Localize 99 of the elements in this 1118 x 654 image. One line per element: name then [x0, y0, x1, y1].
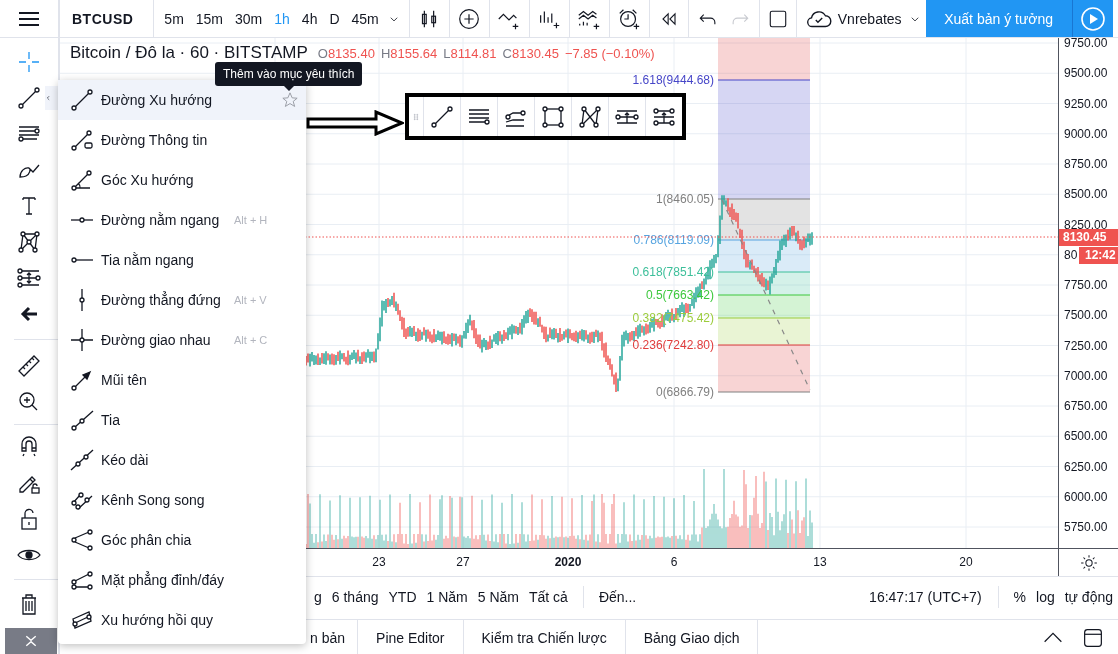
price-label: 7750.00	[1064, 278, 1108, 292]
time-label: 13	[813, 555, 827, 569]
price-label: 8500.00	[1064, 187, 1108, 202]
clock-text: 16:47:17 (UTC+7)	[869, 588, 983, 605]
tool-label: Xu hướng hồi quy	[101, 612, 213, 628]
interval-button[interactable]: 4h	[295, 10, 324, 27]
tool-label: Đường nằm ngang	[101, 212, 220, 228]
last-price-tag: 8130.45	[1059, 229, 1118, 246]
fib-level-label: 1.618(9444.68)	[632, 73, 714, 87]
range-button[interactable]: 1 Năm	[421, 588, 473, 605]
drawing-tool-item[interactable]: Kênh Song song	[58, 480, 306, 520]
price-label: 9000.00	[1064, 126, 1108, 141]
tool-label: Kéo dài	[101, 452, 149, 468]
drawing-tool-icon[interactable]	[68, 526, 96, 554]
ohlc-value: O8135.40	[317, 46, 375, 61]
shortcut-text: Alt + V	[234, 294, 267, 306]
price-label: 7250.00	[1064, 338, 1108, 353]
account-button[interactable]: Vnrebates	[833, 10, 906, 27]
tool-label: Mặt phẳng đỉnh/đáy	[101, 572, 224, 588]
price-label: 6500.00	[1064, 429, 1108, 444]
price-label: 7000.00	[1064, 368, 1108, 383]
collapse-button[interactable]	[5, 628, 57, 654]
range-button[interactable]: YTD	[383, 588, 422, 605]
drawing-tool-item[interactable]: Đường thẳng đứng Alt + V	[58, 280, 306, 320]
price-label: 8750.00	[1064, 157, 1108, 171]
time-label: 2020	[554, 555, 582, 569]
drawing-tool-item[interactable]: Đường nằm ngang Alt + H	[58, 200, 306, 240]
tooltip-pointer	[283, 85, 295, 91]
drawing-tool-item[interactable]: Xu hướng hồi quy	[58, 600, 306, 640]
go-to-date-button[interactable]: Đến...	[593, 588, 642, 605]
panel-tab[interactable]: Kiểm tra Chiến lược	[463, 620, 626, 654]
ohlc-value: L8114.81	[443, 46, 497, 61]
tool-label: Mũi tên	[101, 372, 147, 388]
price-label: 6250.00	[1064, 459, 1108, 474]
interval-button[interactable]: 45m	[345, 10, 385, 27]
price-label: 80	[1064, 247, 1078, 262]
drawing-tool-item[interactable]: Đường Xu hướng	[58, 80, 306, 120]
range-button[interactable]: 6 tháng	[326, 588, 384, 605]
price-label: 7500.00	[1064, 308, 1108, 323]
tool-label: Góc phân chia	[101, 532, 192, 548]
range-button[interactable]: g	[309, 588, 327, 605]
drawing-tool-item[interactable]: Kéo dài	[58, 440, 306, 480]
fib-level-label: 1(8460.05)	[655, 192, 714, 206]
time-label: 20	[959, 555, 973, 569]
drawing-tool-icon[interactable]	[68, 326, 96, 354]
shortcut-text: Alt + H	[234, 214, 268, 226]
trend-line-icon[interactable]	[15, 84, 43, 112]
pattern-icon[interactable]	[15, 228, 43, 256]
price-change: −7.85 (−0.10%)	[564, 46, 655, 61]
drawing-tool-item[interactable]: Đường giao nhau Alt + C	[58, 320, 306, 360]
price-label: 6000.00	[1064, 489, 1108, 504]
price-label: 5750.00	[1064, 520, 1108, 534]
countdown-tag: 12:42	[1079, 247, 1118, 264]
star-icon[interactable]	[280, 90, 300, 110]
chart-title: Bitcoin / Đô la · 60 · BITSTAMP	[70, 43, 308, 63]
price-label: 9750.00	[1064, 38, 1108, 50]
drawing-tool-item[interactable]: Góc Xu hướng	[58, 160, 306, 200]
price-label: 9500.00	[1064, 66, 1108, 81]
symbol-button[interactable]: BTCUSD	[60, 10, 154, 27]
fib-level-label: 0(6866.79)	[655, 385, 714, 399]
tool-label: Đường giao nhau	[101, 332, 211, 348]
scale-option-button[interactable]: log	[1031, 588, 1060, 605]
interval-button[interactable]: D	[323, 10, 346, 27]
play-icon[interactable]	[1078, 4, 1107, 33]
range-button[interactable]: 5 Năm	[472, 588, 524, 605]
tool-label: Kênh Song song	[101, 492, 205, 508]
time-label: 27	[456, 555, 470, 569]
interval-button[interactable]: 5m	[158, 10, 190, 27]
drawing-tool-item[interactable]: Góc phân chia	[58, 520, 306, 560]
price-label: 9250.00	[1064, 96, 1108, 111]
range-button[interactable]: Tất cả	[524, 588, 573, 605]
scale-option-button[interactable]: tự động	[1059, 588, 1118, 605]
panel-tab[interactable]: Pine Editor	[358, 620, 464, 654]
fib-level-label: 0.786(8119.09)	[633, 233, 714, 247]
drawing-tool-item[interactable]: Đường Thông tin	[58, 120, 306, 160]
time-label: 6	[670, 555, 678, 569]
tool-label: Tia	[101, 412, 120, 428]
panel-tab[interactable]: Bảng Giao dịch	[625, 620, 759, 654]
tool-label: Góc Xu hướng	[101, 172, 194, 188]
drawing-tool-item[interactable]: Tia	[58, 400, 306, 440]
tool-label: Đường Xu hướng	[101, 92, 213, 108]
price-label: 6750.00	[1064, 399, 1108, 413]
play-button[interactable]	[1071, 0, 1113, 37]
fib-level-label: 0.236(7242.80)	[632, 338, 714, 352]
shortcut-text: Alt + C	[234, 334, 268, 346]
drawing-tool-icon[interactable]	[68, 86, 96, 114]
interval-button[interactable]: 30m	[229, 10, 269, 27]
tool-label: Đường thẳng đứng	[101, 292, 221, 308]
drawing-tool-item[interactable]: Mặt phẳng đỉnh/đáy	[58, 560, 306, 600]
interval-button[interactable]: 15m	[189, 10, 230, 27]
tool-label: Tia nằm ngang	[101, 252, 194, 268]
price-label: 8250.00	[1064, 217, 1108, 232]
tool-label: Đường Thông tin	[101, 132, 208, 148]
scale-option-button[interactable]: %	[1008, 588, 1031, 605]
ohlc-value: C8130.45	[502, 46, 559, 61]
ohlc-value: H8155.64	[380, 46, 438, 61]
drawing-tool-item[interactable]: Mũi tên	[58, 360, 306, 400]
drawing-tool-item[interactable]: Tia nằm ngang	[58, 240, 306, 280]
time-label: 23	[372, 555, 386, 569]
